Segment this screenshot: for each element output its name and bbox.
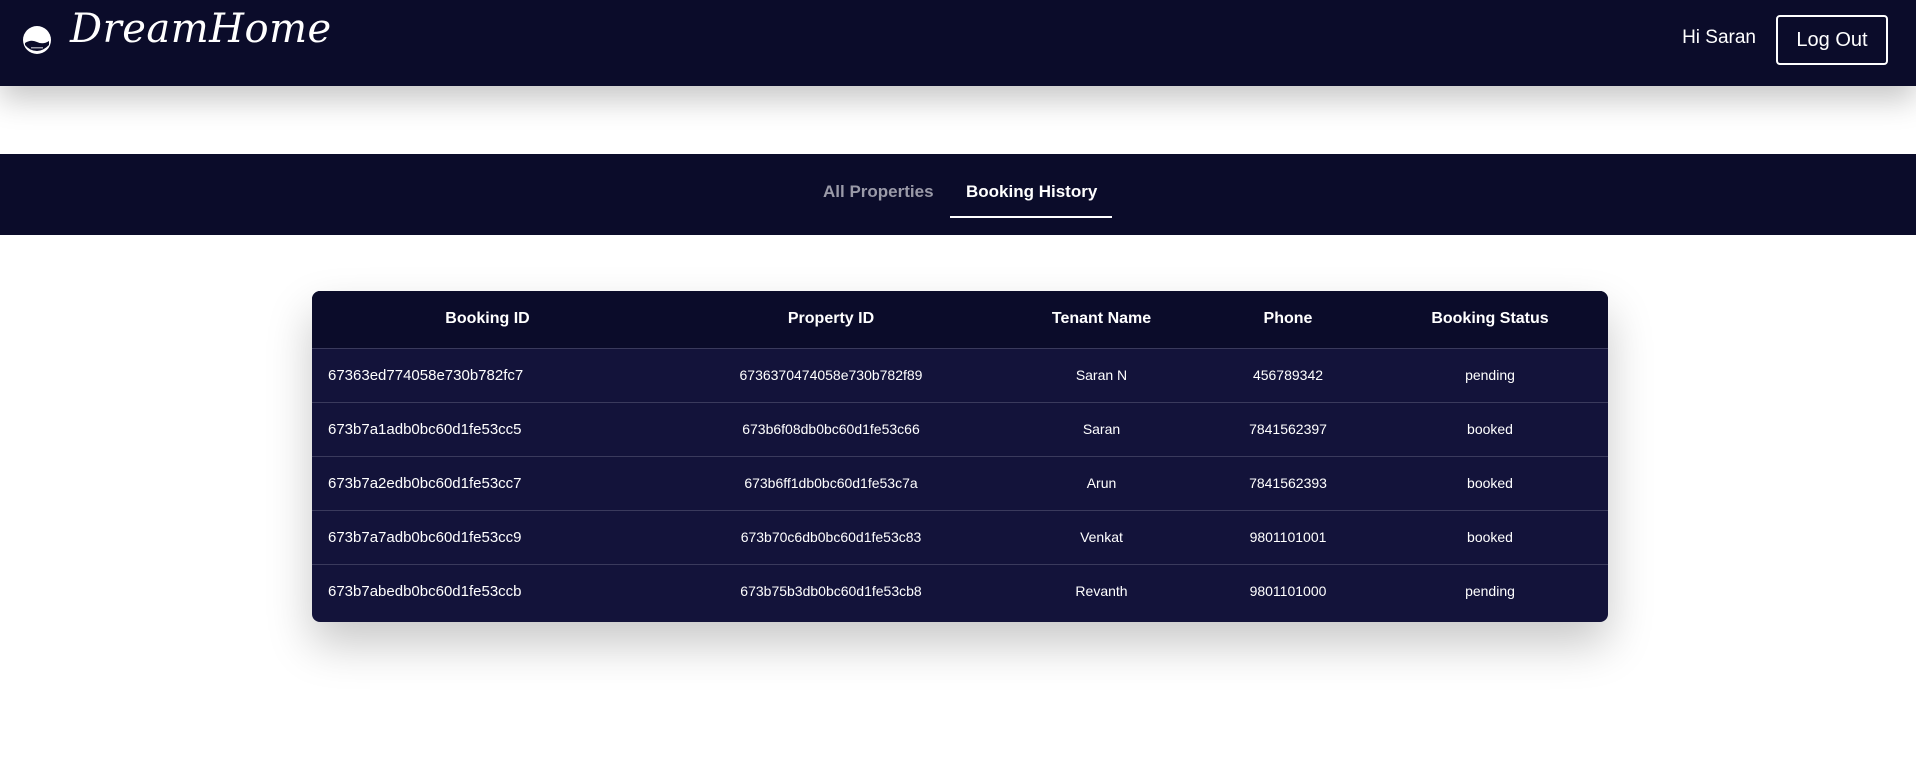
booking-status-cell: booked bbox=[1467, 421, 1513, 437]
brand-logo-text[interactable]: DreamHome bbox=[70, 6, 332, 52]
logout-button[interactable]: Log Out bbox=[1776, 15, 1888, 65]
booking-status-cell: booked bbox=[1467, 529, 1513, 545]
tenant-name-cell: Revanth bbox=[1075, 583, 1128, 600]
column-header-booking-id: Booking ID bbox=[445, 310, 530, 328]
property-id-cell: 673b6f08db0bc60d1fe53c66 bbox=[742, 421, 920, 437]
column-header-phone: Phone bbox=[1263, 310, 1313, 328]
booking-id-cell: 673b7abedb0bc60d1fe53ccb bbox=[328, 582, 522, 600]
booking-history-table: Booking ID Property ID Tenant Name Phone… bbox=[312, 291, 1608, 618]
phone-cell: 7841562393 bbox=[1249, 475, 1327, 491]
phone-cell: 9801101000 bbox=[1249, 583, 1327, 600]
booking-id-cell: 673b7a1adb0bc60d1fe53cc5 bbox=[328, 420, 522, 438]
property-id-cell: 673b70c6db0bc60d1fe53c83 bbox=[740, 529, 922, 545]
tenant-name-cell: Saran N bbox=[1075, 367, 1128, 383]
column-header-property-id: Property ID bbox=[787, 310, 875, 328]
tab-bar: All Properties Booking History bbox=[0, 154, 1916, 235]
phone-cell: 456789342 bbox=[1252, 367, 1324, 383]
property-id-cell: 673b6ff1db0bc60d1fe53c7a bbox=[744, 475, 918, 491]
logo-emblem-icon[interactable] bbox=[22, 25, 52, 55]
phone-cell: 7841562397 bbox=[1249, 421, 1327, 437]
table-row: 673b7a2edb0bc60d1fe53cc7 673b6ff1db0bc60… bbox=[312, 456, 1608, 510]
table-row: 673b7abedb0bc60d1fe53ccb 673b75b3db0bc60… bbox=[312, 564, 1608, 618]
table-row: 673b7a7adb0bc60d1fe53cc9 673b70c6db0bc60… bbox=[312, 510, 1608, 564]
tab-booking-history[interactable]: Booking History bbox=[966, 182, 1097, 202]
booking-id-cell: 673b7a2edb0bc60d1fe53cc7 bbox=[328, 474, 522, 492]
property-id-cell: 673b75b3db0bc60d1fe53cb8 bbox=[740, 583, 922, 600]
column-header-tenant-name: Tenant Name bbox=[1051, 310, 1152, 328]
booking-id-cell: 67363ed774058e730b782fc7 bbox=[328, 366, 524, 384]
column-header-booking-status: Booking Status bbox=[1431, 310, 1549, 328]
tenant-name-cell: Venkat bbox=[1080, 529, 1123, 545]
table-header-row: Booking ID Property ID Tenant Name Phone… bbox=[312, 291, 1608, 348]
tenant-name-cell: Arun bbox=[1086, 475, 1117, 491]
booking-id-cell: 673b7a7adb0bc60d1fe53cc9 bbox=[328, 528, 522, 546]
booking-status-cell: pending bbox=[1465, 583, 1515, 600]
user-greeting: Hi Saran bbox=[1682, 27, 1756, 48]
phone-cell: 9801101001 bbox=[1249, 529, 1327, 545]
booking-status-cell: booked bbox=[1467, 475, 1513, 491]
property-id-cell: 673637047405​8e730b782f89 bbox=[739, 367, 923, 383]
booking-history-table-card: Booking ID Property ID Tenant Name Phone… bbox=[312, 291, 1608, 622]
tenant-name-cell: Saran bbox=[1082, 421, 1121, 437]
top-navbar: DreamHome Hi Saran Log Out bbox=[0, 0, 1916, 86]
tab-all-properties[interactable]: All Properties bbox=[823, 182, 934, 202]
booking-status-cell: pending bbox=[1465, 367, 1515, 383]
table-row: 67363ed774058e730b782fc7 673637047405​8e… bbox=[312, 348, 1608, 402]
active-tab-indicator bbox=[950, 216, 1112, 218]
table-row: 673b7a1adb0bc60d1fe53cc5 673b6f08db0bc60… bbox=[312, 402, 1608, 456]
